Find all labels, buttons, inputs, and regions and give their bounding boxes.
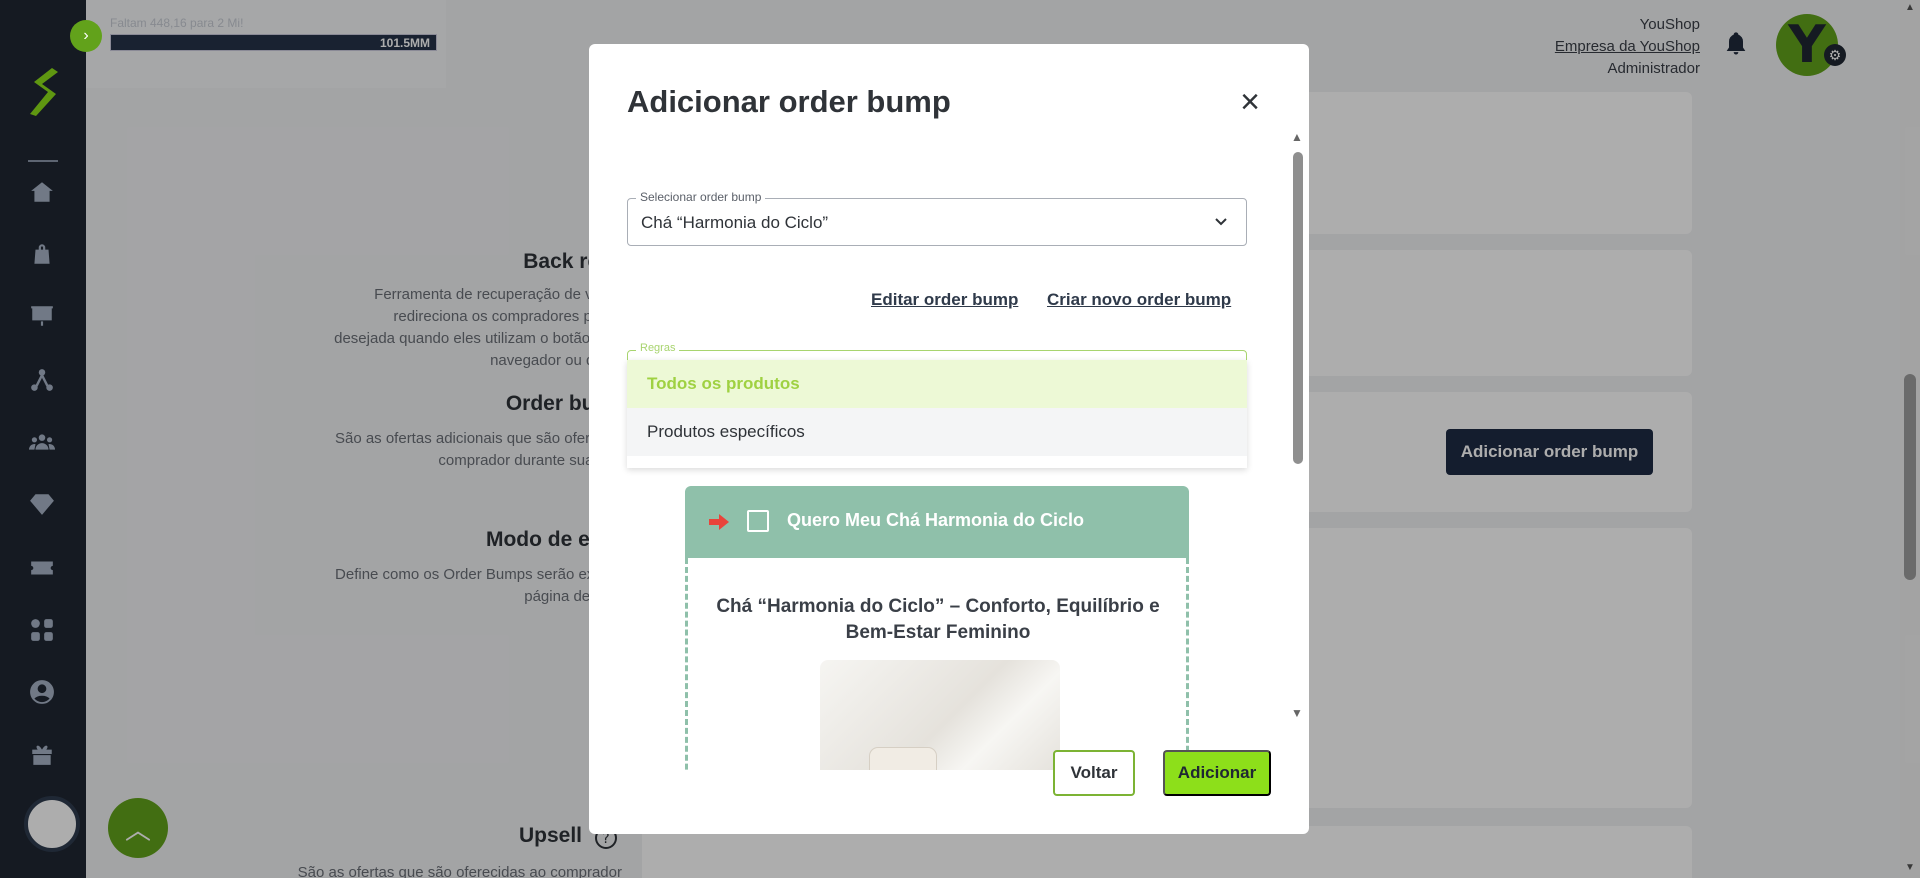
option-all-products[interactable]: Todos os produtos: [627, 360, 1247, 408]
edit-order-bump-link[interactable]: Editar order bump: [871, 290, 1018, 310]
bump-checkbox[interactable]: [747, 510, 769, 532]
cup-shape: [870, 748, 936, 770]
option-specific-products[interactable]: Produtos específicos: [627, 408, 1247, 456]
sidebar-toggle-button[interactable]: ›: [70, 20, 102, 52]
add-order-bump-modal: Adicionar order bump × Selecionar order …: [589, 44, 1309, 834]
chevron-down-icon: [1215, 218, 1227, 226]
bump-header-text: Quero Meu Chá Harmonia do Ciclo: [787, 510, 1085, 530]
rules-dropdown: Todos os produtos Produtos específicos: [627, 360, 1247, 468]
back-button[interactable]: Voltar: [1053, 750, 1135, 796]
chevron-right-icon: ›: [83, 27, 89, 44]
select-label: Selecionar order bump: [636, 190, 766, 204]
product-image: [820, 660, 1060, 770]
scrollbar-thumb[interactable]: [1293, 152, 1303, 464]
create-order-bump-link[interactable]: Criar novo order bump: [1047, 290, 1231, 310]
modal-title: Adicionar order bump: [627, 84, 951, 119]
bump-header: Quero Meu Chá Harmonia do Ciclo: [685, 486, 1189, 558]
arrow-right-icon: [709, 514, 729, 530]
order-bump-preview: Quero Meu Chá Harmonia do Ciclo Chá “Har…: [685, 486, 1189, 770]
scroll-up-arrow[interactable]: ▲: [1291, 130, 1303, 144]
modal-scrollbar[interactable]: ▲ ▼: [1291, 130, 1305, 740]
modal-content: Selecionar order bump Chá “Harmonia do C…: [589, 130, 1309, 770]
bump-title: Chá “Harmonia do Ciclo” – Conforto, Equi…: [716, 596, 1160, 643]
bump-body: Chá “Harmonia do Ciclo” – Conforto, Equi…: [685, 558, 1189, 770]
rules-label: Regras: [636, 342, 680, 354]
scroll-down-arrow[interactable]: ▼: [1291, 706, 1303, 720]
select-value: Chá “Harmonia do Ciclo”: [641, 213, 829, 232]
order-bump-select[interactable]: Selecionar order bump Chá “Harmonia do C…: [627, 190, 1247, 246]
close-icon[interactable]: ×: [1235, 85, 1265, 119]
add-button[interactable]: Adicionar: [1163, 750, 1271, 796]
